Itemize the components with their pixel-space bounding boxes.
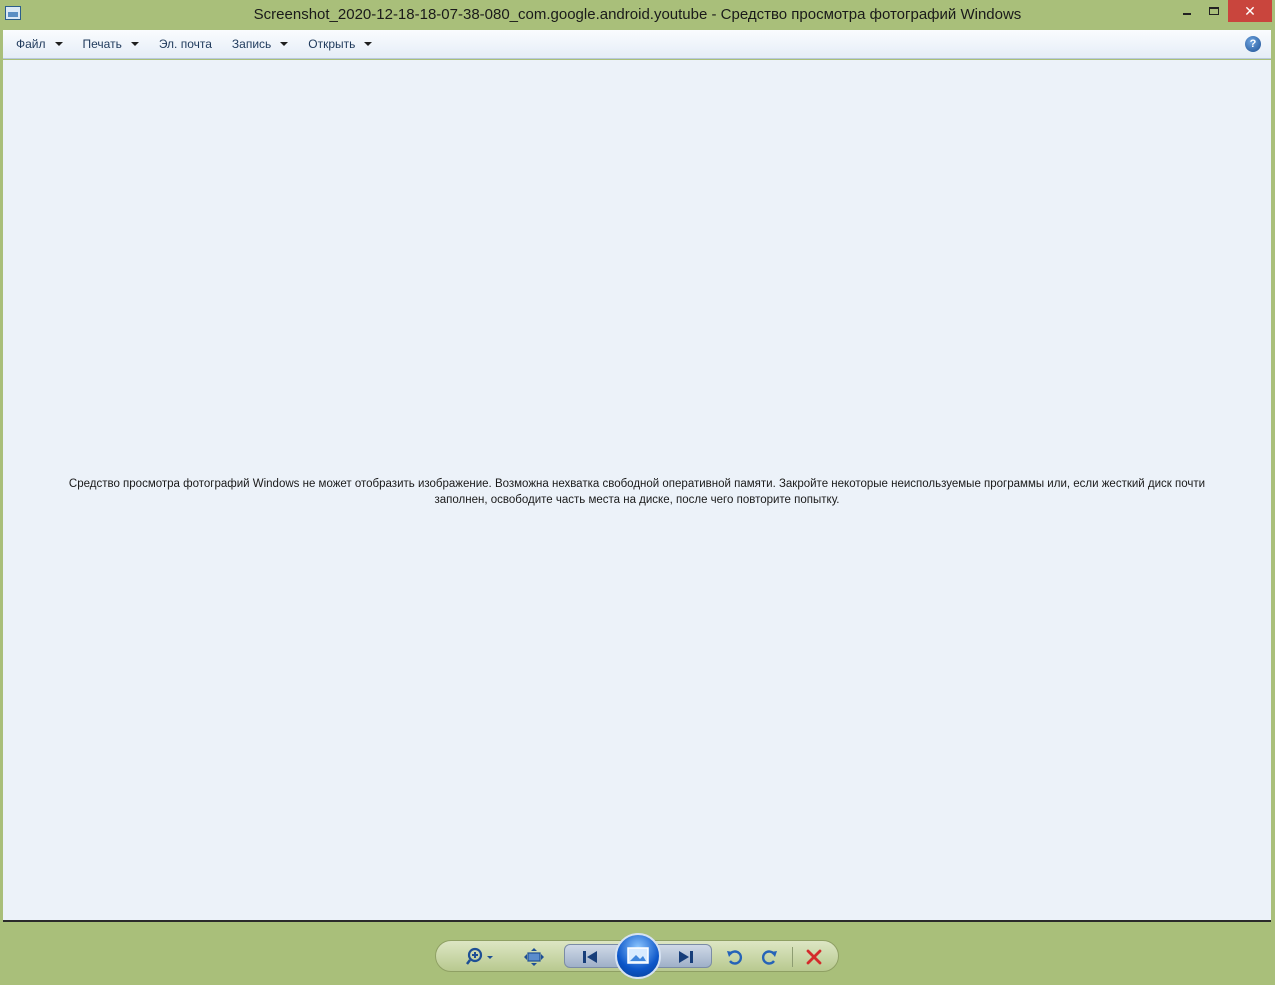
maximize-button[interactable] bbox=[1202, 0, 1226, 22]
title-bar: Screenshot_2020-12-18-18-07-38-080_com.g… bbox=[0, 0, 1275, 30]
actual-size-icon bbox=[524, 948, 544, 966]
bottom-toolbar bbox=[435, 933, 839, 979]
menu-email[interactable]: Эл. почта bbox=[146, 30, 219, 58]
menu-email-label: Эл. почта bbox=[158, 37, 212, 51]
minimize-icon bbox=[1183, 13, 1191, 15]
rotate-left-icon bbox=[727, 950, 742, 965]
previous-icon bbox=[583, 951, 597, 963]
menu-print-label: Печать bbox=[82, 37, 122, 51]
menu-file[interactable]: Файл bbox=[3, 30, 70, 58]
zoom-button[interactable] bbox=[464, 945, 498, 969]
menu-bar: Файл Печать Эл. почта Запись Открыть ? bbox=[3, 30, 1271, 59]
chevron-down-icon bbox=[130, 42, 139, 46]
menu-open-label: Открыть bbox=[308, 37, 356, 51]
delete-button[interactable] bbox=[800, 945, 828, 969]
chevron-down-icon bbox=[280, 42, 289, 46]
error-message-line-1: Средство просмотра фотографий Windows не… bbox=[68, 478, 1206, 490]
menu-burn-label: Запись bbox=[231, 37, 272, 51]
help-icon[interactable]: ? bbox=[1245, 36, 1261, 52]
slideshow-icon bbox=[627, 947, 649, 964]
window-title: Screenshot_2020-12-18-18-07-38-080_com.g… bbox=[253, 6, 1022, 23]
next-button[interactable] bbox=[670, 945, 702, 969]
actual-size-button[interactable] bbox=[520, 945, 548, 969]
close-button[interactable]: ✕ bbox=[1228, 0, 1272, 22]
menu-open[interactable]: Открыть bbox=[295, 30, 379, 58]
rotate-right-button[interactable] bbox=[756, 945, 782, 969]
minimize-button[interactable] bbox=[1174, 0, 1200, 22]
delete-icon bbox=[806, 949, 822, 965]
chevron-down-icon bbox=[54, 42, 63, 46]
previous-button[interactable] bbox=[574, 945, 606, 969]
error-message-line-2: заполнен, освободите часть места на диск… bbox=[434, 494, 840, 506]
maximize-icon bbox=[1209, 7, 1219, 15]
close-icon: ✕ bbox=[1244, 2, 1256, 19]
next-icon bbox=[679, 951, 693, 963]
zoom-icon bbox=[466, 947, 493, 965]
menu-file-label: Файл bbox=[16, 37, 46, 51]
error-message: Средство просмотра фотографий Windows не… bbox=[43, 476, 1231, 508]
image-viewer-area: Средство просмотра фотографий Windows не… bbox=[3, 60, 1271, 922]
slideshow-button[interactable] bbox=[615, 933, 661, 979]
menu-burn[interactable]: Запись bbox=[219, 30, 295, 58]
chevron-down-icon bbox=[364, 42, 373, 46]
menu-print[interactable]: Печать bbox=[70, 30, 146, 58]
rotate-left-button[interactable] bbox=[722, 945, 748, 969]
rotate-right-icon bbox=[762, 950, 777, 965]
toolbar-divider bbox=[792, 947, 793, 967]
